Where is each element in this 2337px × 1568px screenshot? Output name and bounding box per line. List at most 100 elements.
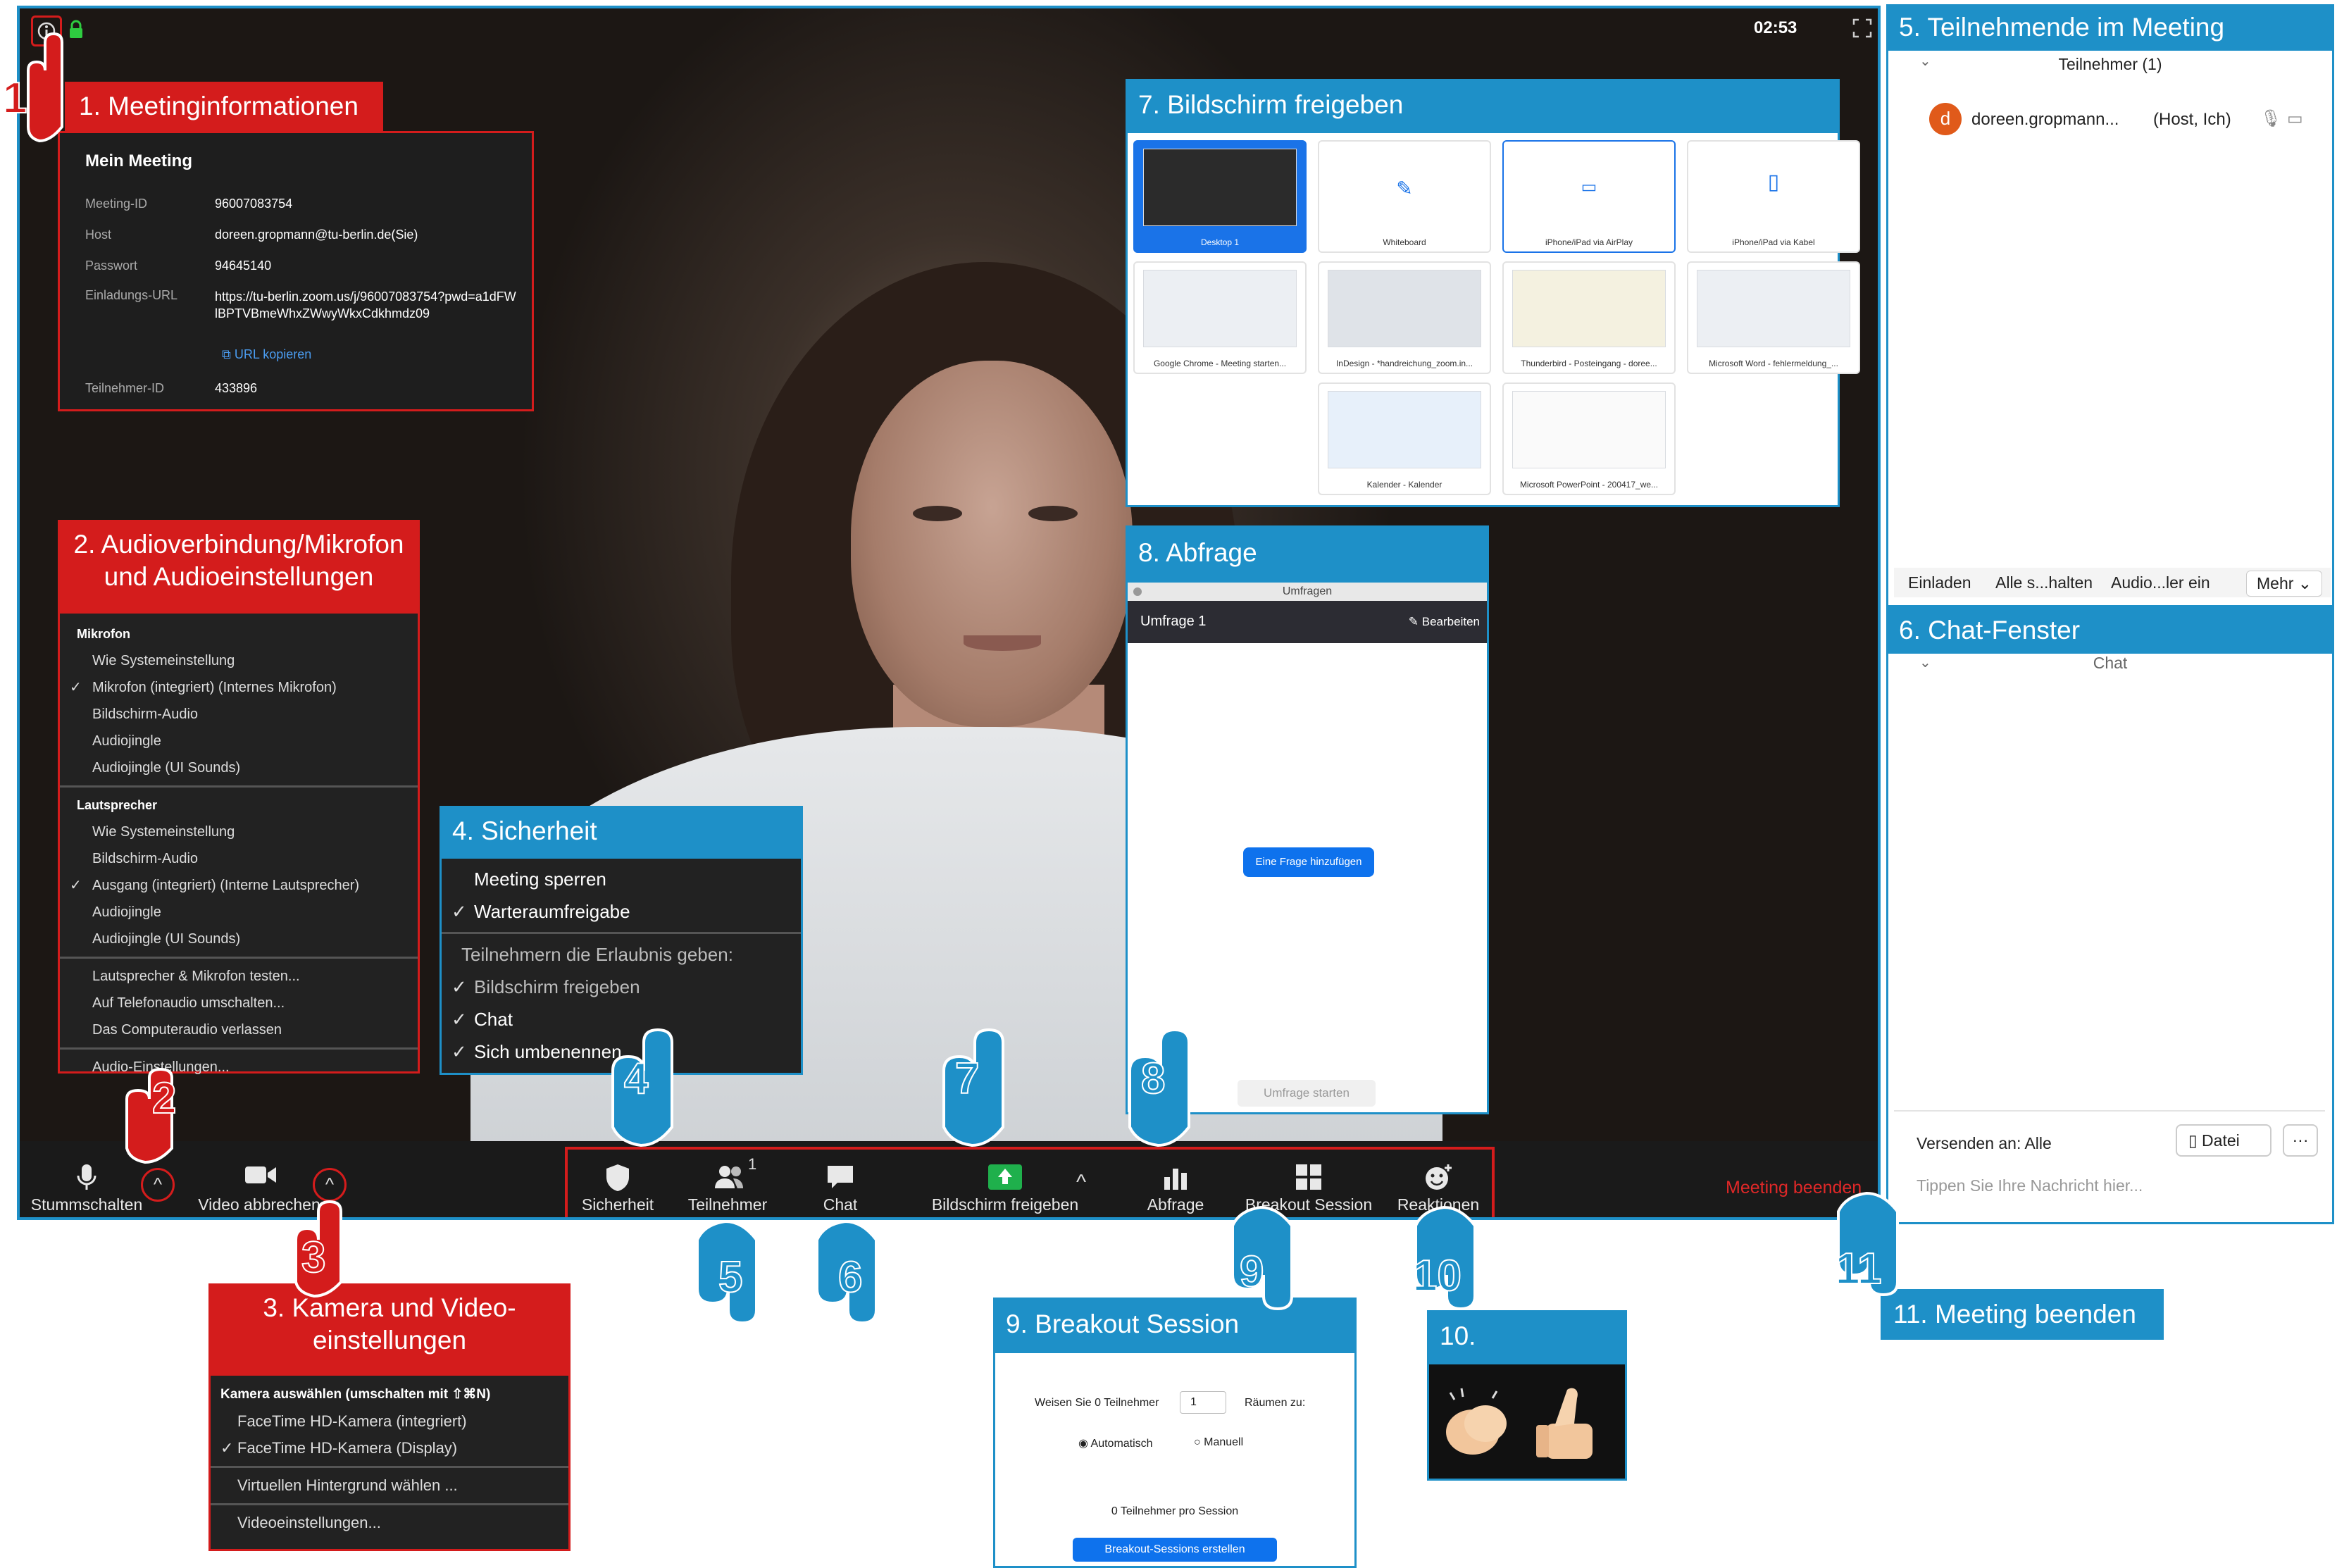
copy-url-label: URL kopieren <box>234 347 312 361</box>
share-option-desktop[interactable]: Desktop 1 <box>1133 140 1307 253</box>
virtual-background-item[interactable]: Virtuellen Hintergrund wählen ... <box>211 1472 568 1499</box>
test-audio-item[interactable]: Lautsprecher & Mikrofon testen... <box>60 963 418 990</box>
share-option-window[interactable]: Microsoft PowerPoint - 200417_we... <box>1502 382 1676 495</box>
participant-row[interactable]: d doreen.gropmann... (Host, Ich) 🎙 ▭ <box>1929 101 2310 137</box>
audio-options-chevron-icon[interactable]: ^ <box>141 1168 175 1202</box>
share-options-chevron-icon[interactable]: ^ <box>1076 1171 1086 1195</box>
auto-radio[interactable]: ◉ Automatisch <box>1078 1436 1153 1450</box>
speaker-option[interactable]: Audiojingle <box>60 899 418 926</box>
video-camera-icon[interactable]: ▭ <box>2287 108 2303 129</box>
phone-audio-item[interactable]: Auf Telefonaudio umschalten... <box>60 990 418 1016</box>
marker-2: 2 <box>151 1074 177 1124</box>
speaker-option[interactable]: Wie Systemeinstellung <box>60 819 418 845</box>
breakout-rooms-text: Räumen zu: <box>1245 1397 1306 1409</box>
participants-button[interactable]: Teilnehmer <box>675 1163 780 1214</box>
share-option-airplay[interactable]: ▭ iPhone/iPad via AirPlay <box>1502 140 1676 253</box>
poll-edit-button[interactable]: ✎ Bearbeiten <box>1409 615 1480 629</box>
chat-more-button[interactable]: ··· <box>2283 1124 2318 1157</box>
microphone-header: Mikrofon <box>77 627 130 641</box>
allow-share-item[interactable]: Bildschirm freigeben <box>442 971 801 1003</box>
attach-file-button[interactable]: ▯ Datei <box>2176 1124 2271 1157</box>
security-label: Sicherheit <box>581 1195 654 1214</box>
manual-radio[interactable]: ○ Manuell <box>1194 1436 1243 1449</box>
participant-face <box>851 361 1133 727</box>
speaker-option-selected[interactable]: Ausgang (integriert) (Interne Lautsprech… <box>60 872 418 899</box>
meeting-id-key: Meeting-ID <box>85 197 148 211</box>
share-option-label: iPhone/iPad via Kabel <box>1732 237 1815 247</box>
reactions-button[interactable]: Reaktionen <box>1389 1163 1488 1214</box>
audio-settings-item[interactable]: Audio-Einstellungen... <box>60 1054 418 1081</box>
mic-option[interactable]: Audiojingle (UI Sounds) <box>60 754 418 781</box>
participants-icon <box>712 1163 743 1191</box>
marker-11: 11 <box>1835 1244 1883 1294</box>
more-button[interactable]: Mehr ⌄ <box>2246 571 2323 597</box>
mic-option[interactable]: Wie Systemeinstellung <box>60 647 418 674</box>
smiley-plus-icon <box>1423 1163 1454 1191</box>
speaker-option[interactable]: Audiojingle (UI Sounds) <box>60 926 418 952</box>
mute-button[interactable]: Stummschalten <box>20 1163 154 1214</box>
clapping-hands-icon[interactable] <box>1446 1388 1507 1455</box>
speaker-option[interactable]: Bildschirm-Audio <box>60 845 418 872</box>
poll-chart-icon <box>1160 1163 1191 1191</box>
create-breakouts-button[interactable]: Breakout-Sessions erstellen <box>1073 1538 1277 1562</box>
security-button[interactable]: Sicherheit <box>572 1163 663 1214</box>
mute-all-button[interactable]: Alle s...halten <box>1995 573 2093 592</box>
breakout-session-label: Breakout Session <box>1245 1195 1373 1214</box>
share-option-label: Thunderbird - Posteingang - doree... <box>1521 359 1657 368</box>
label-audio: 2. Audioverbindung/Mikrofon und Audioein… <box>58 520 420 611</box>
allow-header: Teilnehmern die Erlaubnis geben: <box>461 944 733 965</box>
lock-meeting-item[interactable]: Meeting sperren <box>442 863 801 895</box>
share-option-whiteboard[interactable]: ✎ Whiteboard <box>1318 140 1491 253</box>
chat-label: Chat <box>823 1195 858 1214</box>
camera-option[interactable]: FaceTime HD-Kamera (integriert) <box>211 1408 568 1435</box>
share-option-label: Microsoft PowerPoint - 200417_we... <box>1519 480 1659 490</box>
invite-button[interactable]: Einladen <box>1908 573 1971 592</box>
mic-option[interactable]: Audiojingle <box>60 728 418 754</box>
start-poll-button[interactable]: Umfrage starten <box>1238 1080 1376 1107</box>
per-session-text: 0 Teilnehmer pro Session <box>1111 1505 1239 1517</box>
waiting-room-item[interactable]: Warteraumfreigabe <box>442 895 801 928</box>
share-option-window[interactable]: Google Chrome - Meeting starten... <box>1133 261 1307 374</box>
leave-audio-item[interactable]: Das Computeraudio verlassen <box>60 1016 418 1043</box>
thumbs-up-icon[interactable] <box>1536 1388 1593 1459</box>
chat-button[interactable]: Chat <box>802 1163 879 1214</box>
unmute-all-button[interactable]: Audio...ler ein <box>2111 573 2210 592</box>
marker-3: 3 <box>301 1233 327 1283</box>
poll-button[interactable]: Abfrage <box>1130 1163 1221 1214</box>
video-settings-item[interactable]: Videoeinstellungen... <box>211 1510 568 1536</box>
fullscreen-icon[interactable] <box>1851 17 1874 39</box>
share-option-cable[interactable]: ▯ iPhone/iPad via Kabel <box>1687 140 1860 253</box>
marker-8: 8 <box>1140 1054 1166 1104</box>
end-meeting-button[interactable]: Meeting beenden <box>1726 1178 1862 1198</box>
label-participants: 5. Teilnehmende im Meeting <box>1886 4 2334 51</box>
window-close-dot[interactable] <box>1133 587 1142 596</box>
marker-5: 5 <box>718 1252 744 1302</box>
share-option-label: Whiteboard <box>1383 237 1426 247</box>
share-option-window[interactable]: Microsoft Word - fehlermeldung_... <box>1687 261 1860 374</box>
share-option-label: Google Chrome - Meeting starten... <box>1153 359 1287 368</box>
copy-url-link[interactable]: ⧉ URL kopieren <box>222 347 311 362</box>
participant-eye <box>1028 506 1078 521</box>
chat-recipient-select[interactable]: Versenden an: Alle <box>1917 1134 2052 1153</box>
breakout-session-button[interactable]: Breakout Session <box>1231 1163 1386 1214</box>
divider <box>211 1503 568 1505</box>
mic-option-selected[interactable]: Mikrofon (integriert) (Internes Mikrofon… <box>60 674 418 701</box>
share-option-window[interactable]: Thunderbird - Posteingang - doree... <box>1502 261 1676 374</box>
chat-message-input[interactable]: Tippen Sie Ihre Nachricht hier... <box>1917 1176 2311 1205</box>
video-options-chevron-icon[interactable]: ^ <box>313 1168 347 1202</box>
add-question-button[interactable]: Eine Frage hinzufügen <box>1243 847 1374 877</box>
mic-option[interactable]: Bildschirm-Audio <box>60 701 418 728</box>
camera-option-selected[interactable]: FaceTime HD-Kamera (Display) <box>211 1435 568 1462</box>
allow-chat-item[interactable]: Chat <box>442 1003 801 1035</box>
password-key: Passwort <box>85 259 138 273</box>
meeting-info-icon[interactable] <box>31 15 62 46</box>
avatar: d <box>1929 103 1962 135</box>
share-screen-panel: Desktop 1 ✎ Whiteboard ▭ iPhone/iPad via… <box>1126 131 1860 507</box>
radio-selected-icon: ◉ <box>1078 1438 1091 1450</box>
microphone-icon[interactable]: 🎙 <box>2260 108 2281 129</box>
label-chat: 6. Chat-Fenster <box>1886 607 2334 654</box>
allow-rename-item[interactable]: Sich umbenennen <box>442 1035 801 1068</box>
share-option-window[interactable]: InDesign - *handreichung_zoom.in... <box>1318 261 1491 374</box>
rooms-stepper[interactable]: 1 <box>1180 1391 1226 1414</box>
share-option-window[interactable]: Kalender - Kalender <box>1318 382 1491 495</box>
